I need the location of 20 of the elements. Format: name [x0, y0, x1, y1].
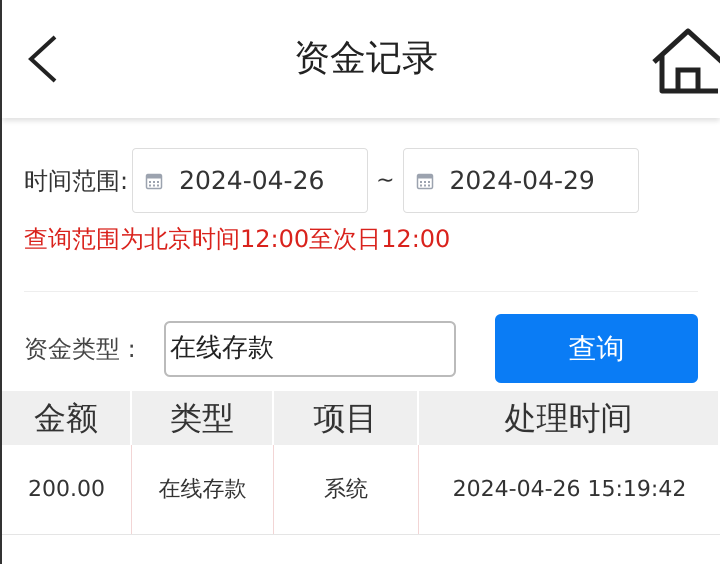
- fund-type-label: 资金类型 :: [24, 334, 137, 364]
- end-date-field[interactable]: 2024-04-29: [402, 148, 639, 213]
- table-cell-text: 2024-04-26 15:19:42: [452, 476, 688, 504]
- query-button[interactable]: 查询: [495, 314, 698, 383]
- table-cell: 系统: [274, 445, 419, 534]
- calendar-icon: [145, 172, 164, 190]
- fund-type-field[interactable]: 在线存款: [164, 320, 456, 376]
- column-header: 处理时间: [419, 391, 720, 445]
- column-header: 项目: [274, 391, 419, 445]
- page-title: 资金记录: [294, 37, 438, 81]
- time-range-label: 时间范围:: [24, 166, 128, 196]
- column-header: 金额: [2, 391, 132, 445]
- range-separator: ~: [376, 167, 395, 195]
- column-header: 类型: [132, 391, 274, 445]
- table-cell: 在线存款: [132, 445, 274, 534]
- calendar-icon: [416, 172, 434, 190]
- query-range-note: 查询范围为北京时间12:00至次日12:00: [24, 224, 452, 255]
- home-icon: [652, 28, 720, 94]
- table-cell: 200.00: [2, 445, 132, 534]
- start-date-field[interactable]: 2024-04-26: [132, 148, 368, 213]
